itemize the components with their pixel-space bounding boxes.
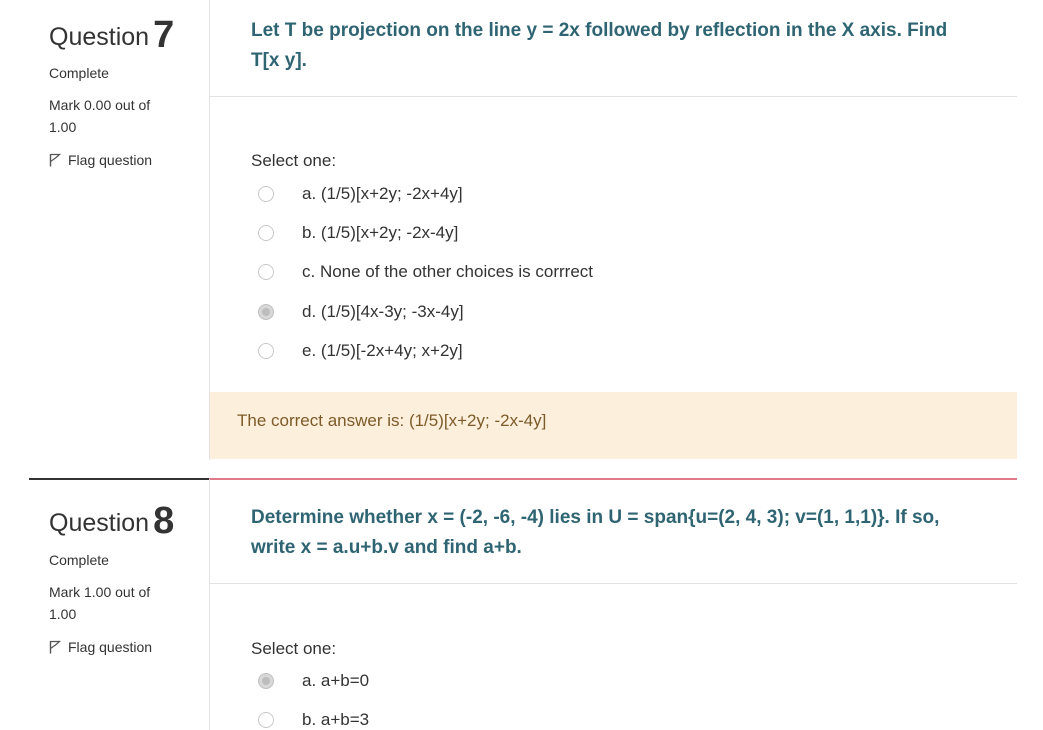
correct-answer-text: The correct answer is: (1/5)[x+2y; -2x-4… (237, 411, 547, 430)
flag-question-link[interactable]: Flag question (49, 152, 152, 168)
flag-question-link[interactable]: Flag question (49, 639, 152, 655)
flag-icon (49, 153, 61, 167)
radio-button-selected[interactable] (258, 673, 274, 689)
radio-button[interactable] (258, 264, 274, 280)
question-info: Question 8 Complete Mark 1.00 out of 1.00… (29, 478, 209, 730)
question-number: Question 8 (49, 498, 175, 542)
question-7: Question 7 Complete Mark 0.00 out of 1.00… (0, 0, 1043, 460)
answer-option-e[interactable]: e. (1/5)[-2x+4y; x+2y] (258, 339, 463, 363)
question-content: Let T be projection on the line y = 2x f… (209, 0, 1017, 460)
question-text: Let T be projection on the line y = 2x f… (251, 20, 948, 71)
question-text: Determine whether x = (-2, -6, -4) lies … (251, 507, 940, 558)
radio-button[interactable] (258, 343, 274, 359)
question-number-value: 7 (153, 14, 175, 56)
question-8: Question 8 Complete Mark 1.00 out of 1.00… (0, 478, 1043, 730)
flag-question-label: Flag question (68, 639, 153, 655)
question-divider (210, 583, 1017, 584)
question-grade: Mark 0.00 out of 1.00 (49, 97, 151, 135)
answer-option-label: a. a+b=0 (302, 671, 370, 690)
radio-button[interactable] (258, 712, 274, 728)
radio-button[interactable] (258, 186, 274, 202)
flag-icon (49, 640, 61, 654)
question-info: Question 7 Complete Mark 0.00 out of 1.00… (29, 0, 209, 460)
answer-option-b[interactable]: b. (1/5)[x+2y; -2x-4y] (258, 221, 458, 245)
question-divider (210, 96, 1017, 97)
question-number-value: 8 (153, 500, 175, 542)
answer-option-label: c. None of the other choices is corrrect (302, 262, 594, 281)
flag-question-label: Flag question (68, 152, 153, 168)
answer-option-b[interactable]: b. a+b=3 (258, 708, 369, 730)
answer-option-d[interactable]: d. (1/5)[4x-3y; -3x-4y] (258, 300, 464, 324)
question-label: Question (49, 509, 150, 537)
quiz-review-page: Question 7 Complete Mark 0.00 out of 1.00… (0, 0, 1043, 730)
correct-answer-feedback: The correct answer is: (1/5)[x+2y; -2x-4… (210, 392, 1017, 459)
select-one-prompt: Select one: (251, 639, 337, 658)
answer-option-label: d. (1/5)[4x-3y; -3x-4y] (302, 302, 464, 321)
radio-button[interactable] (258, 225, 274, 241)
answer-option-c[interactable]: c. None of the other choices is corrrect (258, 260, 593, 284)
answer-option-a[interactable]: a. a+b=0 (258, 669, 369, 693)
question-grade: Mark 1.00 out of 1.00 (49, 584, 151, 622)
question-state: Complete (49, 65, 109, 81)
answer-option-label: b. (1/5)[x+2y; -2x-4y] (302, 223, 459, 242)
answer-option-a[interactable]: a. (1/5)[x+2y; -2x+4y] (258, 182, 463, 206)
question-number: Question 7 (49, 12, 175, 56)
answer-option-label: a. (1/5)[x+2y; -2x+4y] (302, 184, 463, 203)
answer-option-label: e. (1/5)[-2x+4y; x+2y] (302, 341, 463, 360)
question-label: Question (49, 23, 150, 51)
question-content: Determine whether x = (-2, -6, -4) lies … (209, 478, 1017, 730)
answer-option-label: b. a+b=3 (302, 710, 370, 729)
select-one-prompt: Select one: (251, 151, 337, 170)
radio-button-selected[interactable] (258, 304, 274, 320)
question-state: Complete (49, 552, 109, 568)
